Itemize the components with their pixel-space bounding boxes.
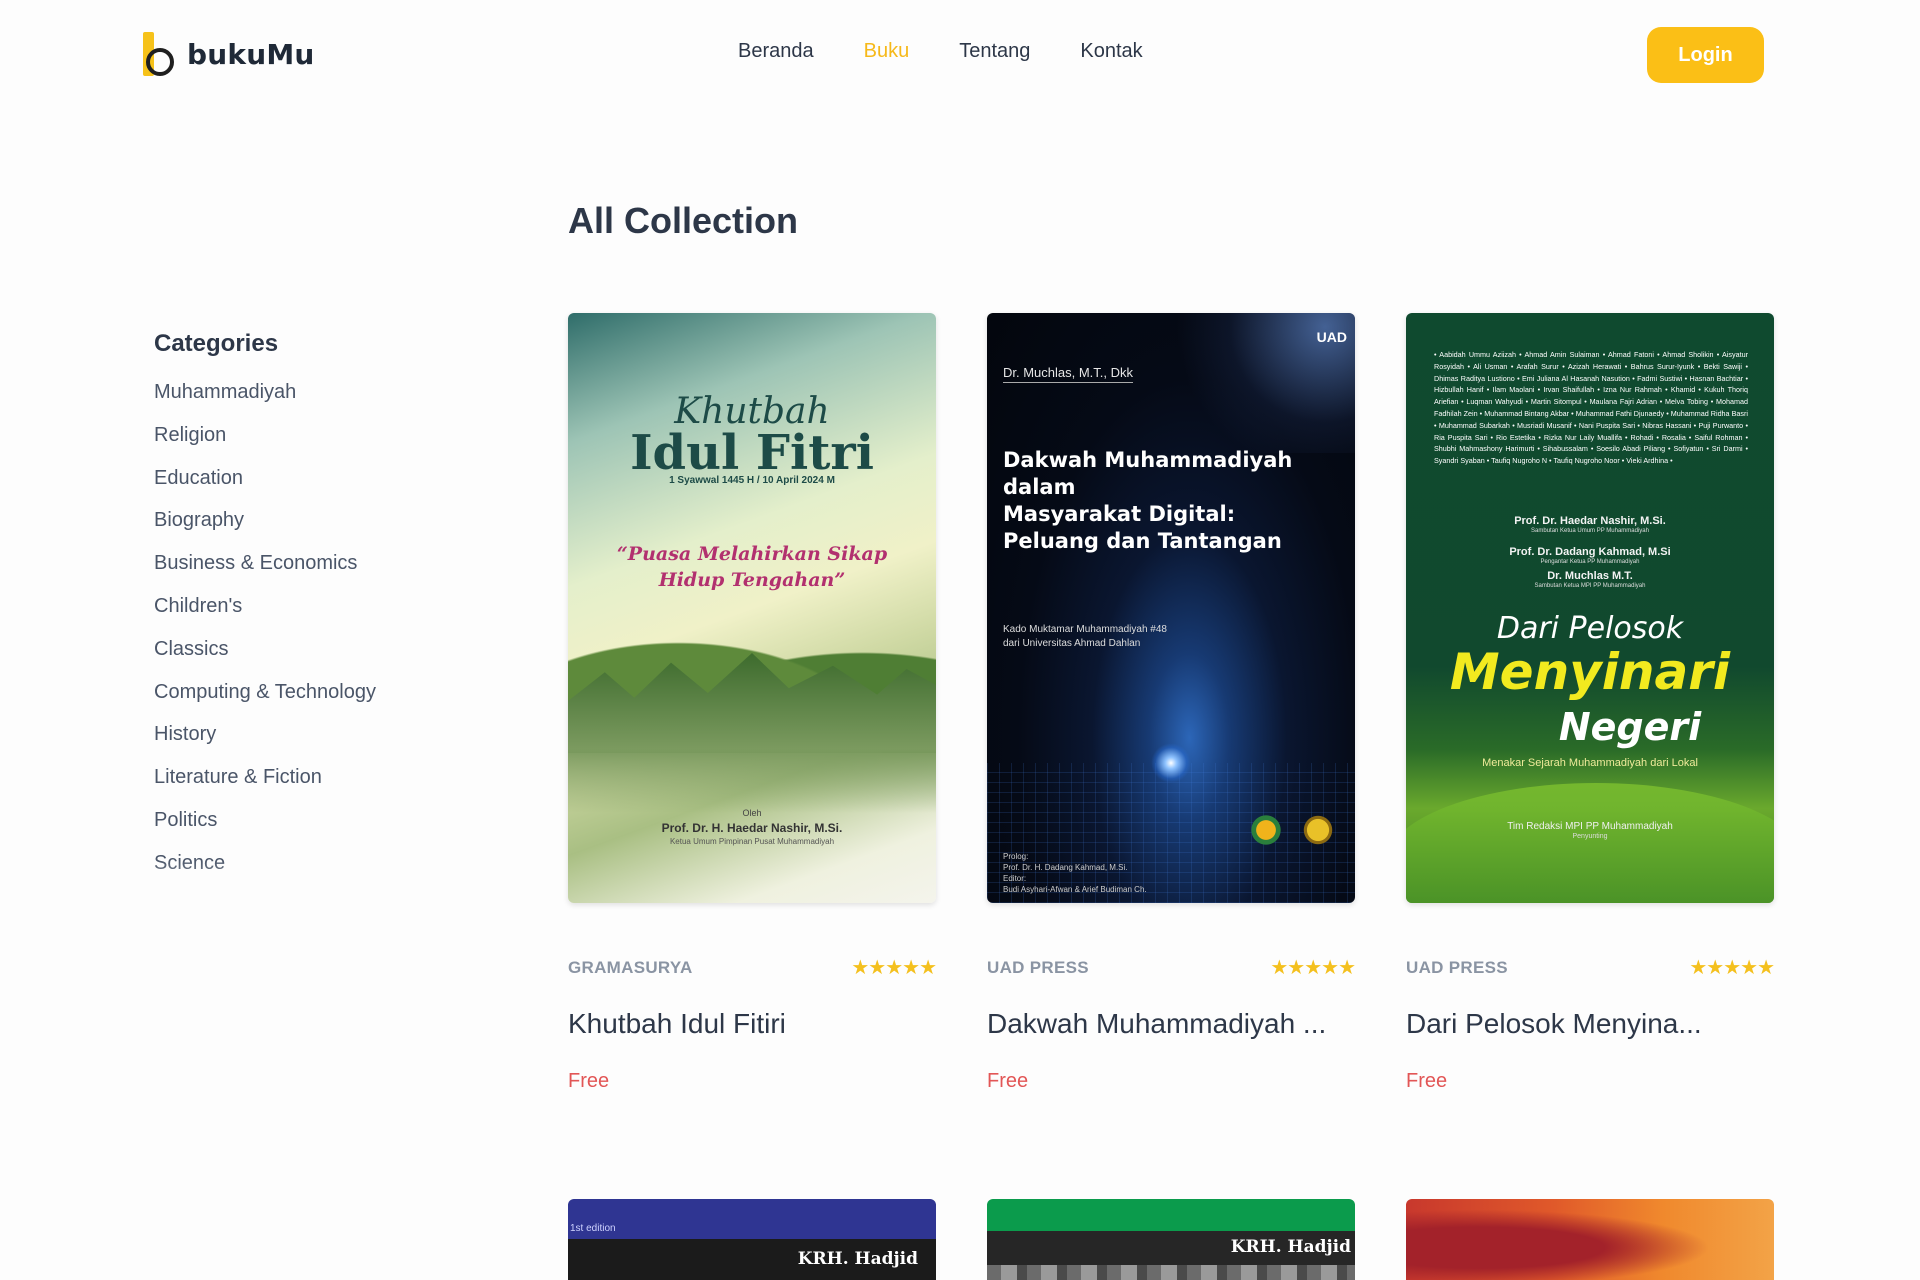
cover-text: KRH. Hadjid <box>1230 1237 1351 1257</box>
book-card[interactable]: • Aabidah Ummu Aziizah • Ahmad Amin Sula… <box>1406 313 1775 1093</box>
logo-mark-icon <box>143 32 177 76</box>
book-meta: UAD PRESS ★★★★★ <box>1406 955 1775 980</box>
cover-text: Menyinari <box>1449 643 1731 701</box>
cover-text: Kado Muktamar Muhammadiyah #48 <box>1003 624 1167 635</box>
book-meta: UAD PRESS ★★★★★ <box>987 955 1356 980</box>
cover-text: Penyunting <box>1572 833 1608 840</box>
cover-subtitle: Kado Muktamar Muhammadiyah #48 dari Univ… <box>1003 623 1167 651</box>
book-card[interactable]: UAD Dr. Muchlas, M.T., Dkk Dakwah Muhamm… <box>987 313 1356 1093</box>
categories-heading: Categories <box>154 330 279 357</box>
cover-credits: Prolog: Prof. Dr. H. Dadang Kahmad, M.Si… <box>1003 851 1147 895</box>
cover-text: Peluang dan Tantangan <box>1003 529 1282 553</box>
category-item-muhammadiyah[interactable]: Muhammadiyah <box>154 380 514 423</box>
cover-text: Negeri <box>1558 705 1702 749</box>
login-button[interactable]: Login <box>1647 27 1764 83</box>
book-price: Free <box>1406 1070 1448 1092</box>
cover-text: Editor: <box>1003 874 1027 883</box>
cover-text: Prof. Dr. Dadang Kahmad, M.Si <box>1509 546 1671 558</box>
category-item-biography[interactable]: Biography <box>154 508 514 551</box>
cover-text: 1 Syawwal 1445 H / 10 April 2024 M <box>669 475 835 486</box>
cover-text: 1st edition <box>570 1223 616 1234</box>
cover-text: Sambutan Ketua MPI PP Muhammadiyah <box>1534 583 1646 589</box>
nav-link-kontak[interactable]: Kontak <box>1080 40 1142 63</box>
cover-text: Dr. Muchlas, M.T., Dkk <box>1003 365 1134 383</box>
book-title[interactable]: Dakwah Muhammadiyah ... <box>987 1008 1355 1040</box>
cover-text: Ketua Umum Pimpinan Pusat Muhammadiyah <box>669 837 835 846</box>
cover-art <box>1406 783 1774 903</box>
brand-logo[interactable]: bukuMu <box>143 32 315 76</box>
cover-text: Dari Pelosok <box>1496 611 1684 646</box>
cover-text: Pengantar Ketua PP Muhammadiyah <box>1540 559 1640 565</box>
cover-text: Tim Redaksi MPI PP Muhammadiyah <box>1507 821 1673 832</box>
cover-text: Prof. Dr. Haedar Nashir, M.Si. <box>1514 515 1666 527</box>
cover-text: “Puasa Melahirkan Sikap Hidup Tengahan” <box>616 543 888 591</box>
category-list[interactable]: Muhammadiyah Religion Education Biograph… <box>154 380 514 920</box>
book-publisher: GRAMASURYA <box>568 957 693 977</box>
book-meta: GRAMASURYA ★★★★★ <box>568 955 937 980</box>
main-nav: Beranda Buku Tentang Kontak <box>738 40 1143 63</box>
category-item-literature-fiction[interactable]: Literature & Fiction <box>154 765 514 808</box>
star-rating-icon: ★★★★★ <box>851 957 937 979</box>
category-item-history[interactable]: History <box>154 722 514 765</box>
cover-text: Prof. Dr. H. Dadang Kahmad, M.Si. <box>1003 863 1128 872</box>
publisher-logo: UAD <box>1316 329 1347 345</box>
cover-text: Prolog: <box>1003 852 1029 861</box>
cover-text: Budi Asyhari-Afwan & Arief Budiman Ch. <box>1003 885 1147 894</box>
book-card[interactable]: Khutbah Idul Fitri 1 Syawwal 1445 H / 10… <box>568 313 937 1093</box>
nav-link-beranda[interactable]: Beranda <box>738 40 814 63</box>
book-publisher: UAD PRESS <box>987 957 1089 977</box>
book-cover[interactable]: 1st edition KRH. Hadjid <box>568 1199 936 1280</box>
cover-text: Oleh <box>742 808 762 818</box>
category-item-business-economics[interactable]: Business & Economics <box>154 551 514 594</box>
book-price: Free <box>987 1070 1029 1092</box>
book-cover[interactable]: KRH. Hadjid <box>987 1199 1355 1280</box>
star-rating-icon: ★★★★★ <box>1270 957 1356 979</box>
cover-text: dalam <box>1003 475 1076 499</box>
star-rating-icon: ★★★★★ <box>1689 957 1775 979</box>
category-item-religion[interactable]: Religion <box>154 423 514 466</box>
cover-text: KRH. Hadjid <box>797 1249 918 1269</box>
book-cover[interactable] <box>1406 1199 1774 1280</box>
emblem-icon <box>1301 813 1335 847</box>
nav-link-tentang[interactable]: Tentang <box>959 40 1030 63</box>
cover-art <box>1151 743 1191 783</box>
cover-title: Dakwah Muhammadiyah dalam Masyarakat Dig… <box>1003 447 1333 555</box>
cover-text: dari Universitas Ahmad Dahlan <box>1003 638 1141 649</box>
book-cover[interactable]: • Aabidah Ummu Aziizah • Ahmad Amin Sula… <box>1406 313 1774 903</box>
page-title: All Collection <box>568 200 799 241</box>
book-cover[interactable]: UAD Dr. Muchlas, M.T., Dkk Dakwah Muhamm… <box>987 313 1355 903</box>
emblem-icon <box>1249 813 1283 847</box>
brand-name: bukuMu <box>187 37 315 71</box>
cover-text: • Aabidah Ummu Aziizah • Ahmad Amin Sula… <box>1434 350 1748 466</box>
book-title[interactable]: Khutbah Idul Fitiri <box>568 1008 936 1040</box>
cover-text: Menakar Sejarah Muhammadiyah dari Lokal <box>1482 757 1698 769</box>
cover-art <box>987 1199 1355 1231</box>
category-item-classics[interactable]: Classics <box>154 637 514 680</box>
category-item-politics[interactable]: Politics <box>154 808 514 851</box>
cover-text: Dakwah Muhammadiyah <box>1003 448 1293 472</box>
top-navbar: bukuMu Beranda Buku Tentang Kontak Login <box>0 0 1920 110</box>
categories-sidebar: Categories Muhammadiyah Religion Educati… <box>154 330 514 920</box>
cover-text: Idul Fitri <box>630 425 874 481</box>
category-item-science[interactable]: Science <box>154 851 514 894</box>
book-price: Free <box>568 1070 610 1092</box>
cover-text: Prof. Dr. H. Haedar Nashir, M.Si. <box>661 821 843 835</box>
cover-text: Sambutan Ketua Umum PP Muhammadiyah <box>1531 528 1649 534</box>
cover-text: Masyarakat Digital: <box>1003 502 1236 526</box>
book-title[interactable]: Dari Pelosok Menyina... <box>1406 1008 1774 1040</box>
category-item-education[interactable]: Education <box>154 466 514 509</box>
book-cover[interactable]: Khutbah Idul Fitri 1 Syawwal 1445 H / 10… <box>568 313 936 903</box>
category-item-computing-technology[interactable]: Computing & Technology <box>154 680 514 723</box>
book-publisher: UAD PRESS <box>1406 957 1508 977</box>
category-item-childrens[interactable]: Children's <box>154 594 514 637</box>
cover-photo <box>987 1265 1355 1280</box>
cover-art <box>568 1199 936 1239</box>
cover-text: Dr. Muchlas M.T. <box>1547 570 1633 582</box>
nav-link-buku[interactable]: Buku <box>864 40 910 63</box>
